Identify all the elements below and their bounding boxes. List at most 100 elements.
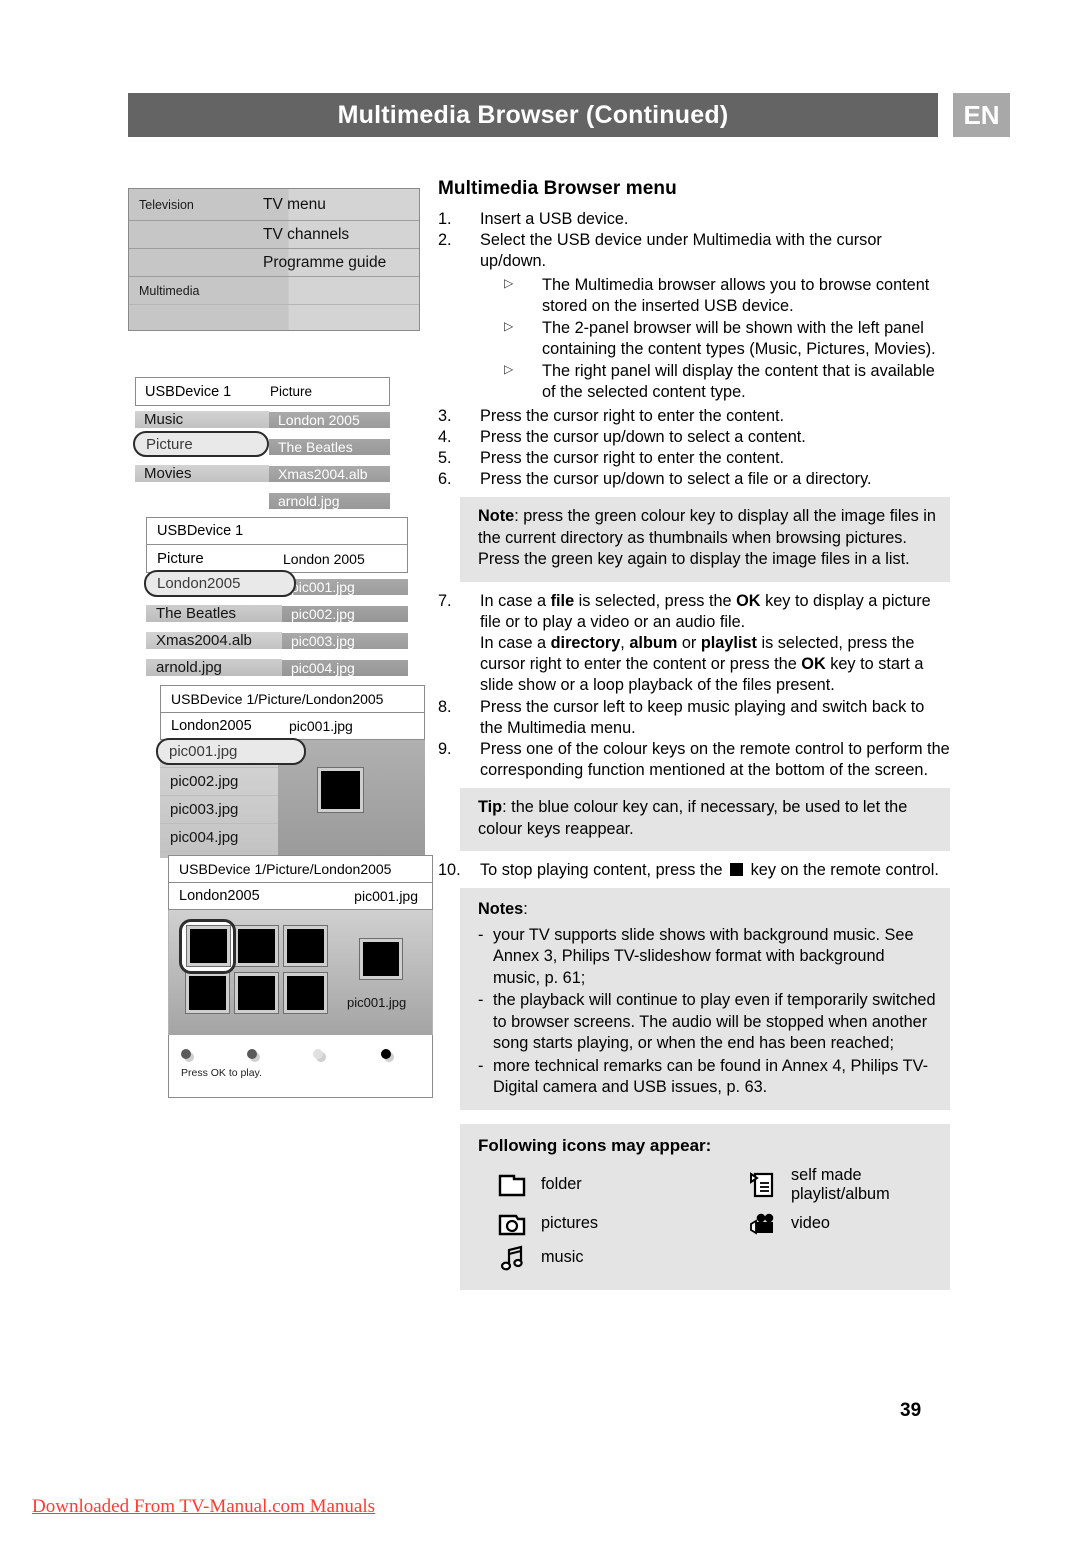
colour-key-green: [247, 1049, 260, 1062]
thumbnail-selection-box: [179, 919, 236, 974]
usb-file-list-column-headers: London2005 pic001.jpg: [160, 712, 425, 740]
usb-file-list-col-right: pic001.jpg: [289, 718, 353, 734]
step-item-6: 6. Press the cursor up/down to select a …: [438, 469, 950, 490]
usb-browser-header: USBDevice 1 Picture: [135, 377, 390, 406]
step-text: Press the cursor left to keep music play…: [480, 697, 925, 737]
step-number: 9.: [438, 739, 452, 758]
tip-text: : the blue colour key can, if necessary,…: [478, 798, 908, 838]
legend-label: pictures: [541, 1214, 599, 1233]
s7f: In case a: [480, 634, 551, 653]
usb-browser-row: Music London 2005: [135, 406, 390, 433]
step-number: 3.: [438, 406, 452, 425]
steps-list: 1. Insert a USB device. 2. Select the US…: [438, 209, 950, 490]
usb-file-list-item-pic004: pic004.jpg: [160, 824, 278, 852]
usb-browser-left-movies: Movies: [135, 465, 269, 482]
usb-picture-column-headers: Picture London 2005: [146, 544, 408, 573]
s7j: or: [677, 634, 701, 653]
illustration-usb-file-list: USBDevice 1/Picture/London2005 London200…: [156, 685, 425, 858]
usb-thumbnails-col-left: London2005: [179, 888, 260, 904]
thumbnail-4: [185, 972, 230, 1014]
usb-picture-row: The Beatles pic002.jpg: [146, 600, 408, 627]
usb-browser-selection-picture: Picture: [133, 431, 269, 457]
steps-list-final: 10. To stop playing content, press the k…: [438, 860, 950, 881]
usb-picture-left-xmas: Xmas2004.alb: [146, 632, 282, 649]
usb-file-list-item-pic003: pic003.jpg: [160, 796, 278, 824]
icons-legend-grid: folder self made playlist/album pictures…: [478, 1166, 934, 1272]
thumbnail-5: [234, 972, 279, 1014]
illustration-tv-menu: Television TV menu TV channels Programme…: [128, 188, 420, 331]
usb-picture-left-beatles: The Beatles: [146, 605, 282, 622]
s7h: ,: [620, 634, 630, 653]
step-text: Press the cursor right to enter the cont…: [480, 406, 785, 425]
usb-browser-right-london: London 2005: [269, 411, 390, 428]
icons-legend-title: Following icons may appear:: [478, 1135, 712, 1155]
usb-thumbnails-statusbar: Press OK to play.: [168, 1035, 433, 1098]
triangle-bullet-icon: ▷: [504, 362, 514, 377]
folder-icon: [498, 1174, 526, 1197]
s7a: In case a: [480, 591, 551, 610]
tv-menu-item-tv-menu: TV menu: [263, 195, 326, 213]
thumbnail-preview-caption: pic001.jpg: [347, 995, 407, 1010]
step-item-1: 1. Insert a USB device.: [438, 209, 950, 230]
illustration-usb-browser: USBDevice 1 Picture Music London 2005 Th…: [133, 377, 390, 509]
s7k: playlist: [700, 634, 757, 653]
step-number: 2.: [438, 231, 452, 250]
step-7-line-1: In case a file is selected, press the OK…: [480, 592, 931, 631]
note-text: : press the green colour key to display …: [478, 507, 936, 569]
step-number: 4.: [438, 427, 452, 446]
step-number: 7.: [438, 591, 452, 610]
tv-menu-left-multimedia: Multimedia: [139, 283, 200, 298]
legend-label: video: [791, 1214, 830, 1233]
usb-picture-col-left: Picture: [157, 550, 204, 567]
colour-key-yellow: [313, 1049, 326, 1062]
tip-callout: Tip: the blue colour key can, if necessa…: [460, 788, 950, 852]
usb-thumbnails-column-headers: London2005 pic001.jpg: [168, 882, 433, 910]
triangle-bullet-icon: ▷: [504, 275, 514, 290]
language-badge: EN: [953, 93, 1010, 137]
step-text: Press the cursor up/down to select a fil…: [480, 470, 872, 489]
usb-picture-right-pic004: pic004.jpg: [282, 659, 408, 676]
thumbnail-preview-large: [359, 938, 403, 980]
notes-item: - the playback will continue to play eve…: [478, 990, 936, 1055]
thumbnail-3: [283, 925, 328, 967]
notes-item-text: your TV supports slide shows with backgr…: [493, 925, 914, 987]
step-text: Insert a USB device.: [480, 210, 629, 228]
usb-picture-title: USBDevice 1: [146, 517, 408, 544]
step-item-4: 4. Press the cursor up/down to select a …: [438, 427, 950, 448]
step-item-3: 3. Press the cursor right to enter the c…: [438, 406, 950, 427]
usb-picture-right-pic001: pic001.jpg: [282, 578, 408, 595]
section-title: Multimedia Browser menu: [438, 178, 677, 199]
usb-browser-row: Movies Xmas2004.alb: [135, 460, 390, 487]
usb-thumbnails-grid-area: pic001.jpg: [168, 910, 433, 1035]
tv-menu-item-tv-channels: TV channels: [263, 225, 350, 243]
step-item-8: 8. Press the cursor left to keep music p…: [438, 697, 950, 739]
usb-file-list-selection-pic001: pic001.jpg: [156, 738, 306, 765]
step-item-9: 9. Press one of the colour keys on the r…: [438, 739, 950, 781]
main-content: Multimedia Browser menu 1. Insert a USB …: [438, 178, 950, 1290]
sub-item-text: The Multimedia browser allows you to bro…: [542, 275, 930, 315]
usb-picture-row: arnold.jpg pic004.jpg: [146, 654, 408, 681]
colour-key-blue: [381, 1049, 394, 1062]
usb-file-list-col-left: London2005: [171, 718, 252, 734]
note-label: Note: [478, 507, 515, 526]
status-text: Press OK to play.: [181, 1067, 262, 1079]
legend-item-playlist: self made playlist/album: [728, 1166, 934, 1204]
camera-icon: [498, 1214, 526, 1236]
dash-bullet-icon: -: [478, 991, 484, 1010]
step-number: 6.: [438, 470, 452, 489]
usb-picture-selection-london2005: London2005: [144, 570, 296, 597]
step-2-sublist: ▷ The Multimedia browser allows you to b…: [480, 275, 950, 404]
usb-file-list-item-pic002: pic002.jpg: [160, 768, 278, 796]
steps-list-continued: 7. In case a file is selected, press the…: [438, 591, 950, 782]
illustration-usb-picture: USBDevice 1 Picture London 2005 pic001.j…: [144, 517, 408, 677]
usb-picture-row: Xmas2004.alb pic003.jpg: [146, 627, 408, 654]
step-item-10: 10. To stop playing content, press the k…: [438, 860, 950, 881]
legend-label: folder: [541, 1175, 582, 1194]
step-7-line-2: In case a directory, album or playlist i…: [480, 634, 923, 694]
step-item-5: 5. Press the cursor right to enter the c…: [438, 448, 950, 469]
sub-item: ▷ The right panel will display the conte…: [504, 361, 950, 403]
sub-item: ▷ The 2-panel browser will be shown with…: [504, 318, 950, 360]
note-callout: Note: press the green colour key to disp…: [460, 497, 950, 582]
notes-item: - more technical remarks can be found in…: [478, 1056, 936, 1099]
usb-browser-right-xmas: Xmas2004.alb: [269, 465, 390, 482]
